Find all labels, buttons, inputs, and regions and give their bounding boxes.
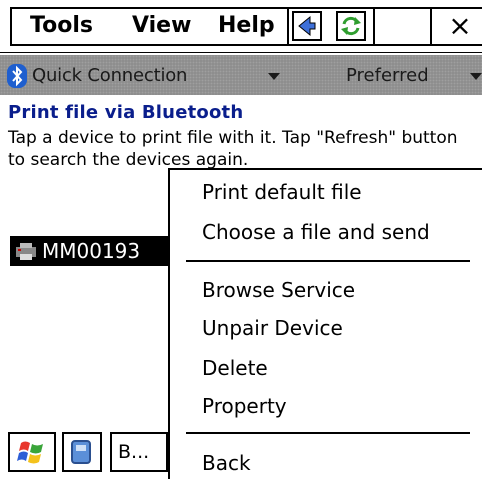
menu-separator <box>430 7 432 46</box>
device-item[interactable]: MM00193 <box>10 236 170 266</box>
app-icon <box>71 440 91 464</box>
menu-item-browse-service[interactable]: Browse Service <box>202 278 355 302</box>
page-description: Tap a device to print file with it. Tap … <box>8 128 458 170</box>
close-button[interactable]: × <box>440 8 480 44</box>
app-taskbar-button[interactable] <box>62 432 102 472</box>
start-button[interactable] <box>8 432 56 472</box>
menu-item-print-default[interactable]: Print default file <box>202 180 362 204</box>
menu-separator <box>186 432 470 434</box>
menu-view[interactable]: View <box>132 12 191 40</box>
printer-icon <box>16 243 36 260</box>
menu-item-back[interactable]: Back <box>202 451 251 475</box>
menu-separator <box>373 7 375 46</box>
menu-item-delete[interactable]: Delete <box>202 356 268 380</box>
menu-item-property[interactable]: Property <box>202 394 287 418</box>
bluetooth-icon <box>7 64 27 88</box>
preferred-dropdown[interactable]: Preferred <box>346 65 429 86</box>
chevron-down-icon[interactable] <box>268 73 280 80</box>
menu-separator <box>186 260 470 262</box>
menu-item-choose-file[interactable]: Choose a file and send <box>202 220 430 244</box>
refresh-button[interactable] <box>334 9 368 43</box>
device-name: MM00193 <box>42 239 141 263</box>
context-menu: Print default file Choose a file and sen… <box>168 168 482 479</box>
menu-tools[interactable]: Tools <box>30 12 93 40</box>
menu-help[interactable]: Help <box>218 12 275 40</box>
page-title: Print file via Bluetooth <box>8 102 244 123</box>
back-arrow-icon <box>292 11 322 41</box>
chevron-down-icon[interactable] <box>470 73 482 80</box>
windows-logo-icon <box>17 441 43 464</box>
task-button[interactable]: B... <box>110 432 168 472</box>
menu-item-unpair-device[interactable]: Unpair Device <box>202 316 343 340</box>
back-button[interactable] <box>290 9 324 43</box>
menu-separator <box>287 7 289 46</box>
refresh-icon <box>336 11 366 41</box>
quick-connection-dropdown[interactable]: Quick Connection <box>32 65 187 86</box>
